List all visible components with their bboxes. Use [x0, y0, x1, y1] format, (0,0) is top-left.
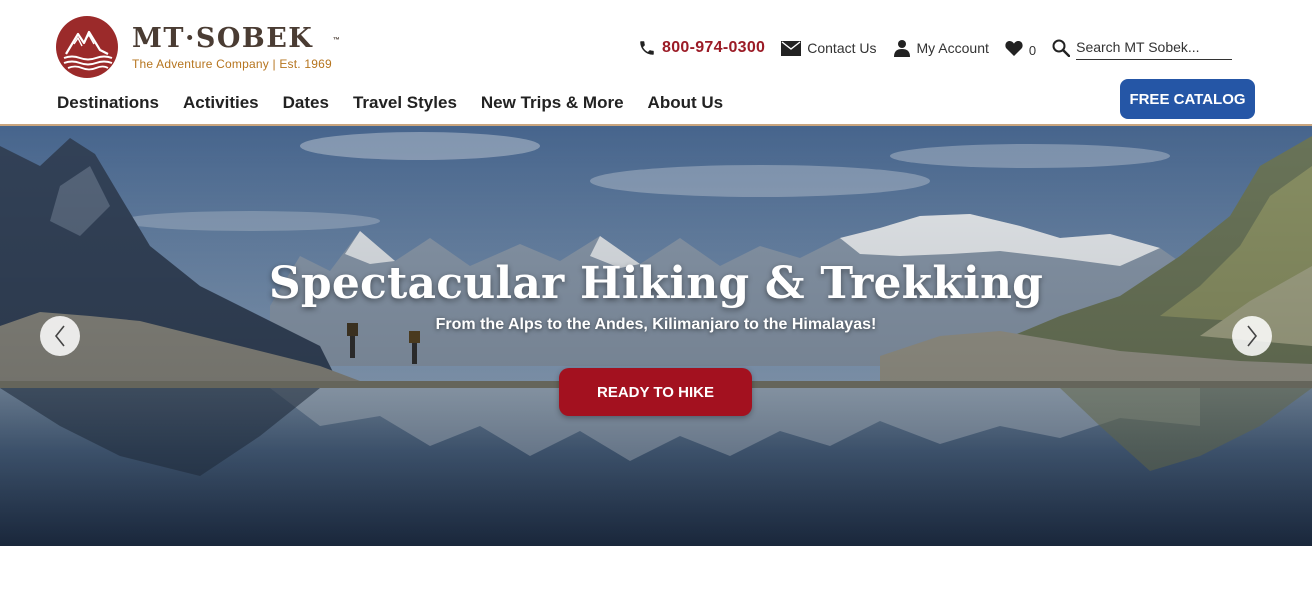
brand-name: MT·SOBEK ™	[132, 22, 340, 54]
favorites-count: 0	[1028, 42, 1037, 58]
nav-dates[interactable]: Dates	[283, 92, 329, 114]
user-icon	[893, 40, 910, 57]
hero-slider: Spectacular Hiking & Trekking From the A…	[0, 126, 1312, 546]
search-bar	[1052, 36, 1233, 60]
hero-title: Spectacular Hiking & Trekking	[268, 258, 1044, 309]
hero-subtitle: From the Alps to the Andes, Kilimanjaro …	[435, 316, 877, 333]
main-nav: Destinations Activities Dates Travel Sty…	[57, 92, 747, 114]
nav-about-us[interactable]: About Us	[648, 92, 724, 114]
my-account-link[interactable]: My Account	[893, 39, 989, 57]
logo-mountain-icon	[56, 16, 118, 78]
phone-icon	[640, 41, 654, 55]
nav-travel-styles[interactable]: Travel Styles	[353, 92, 457, 114]
contact-us-label: Contact Us	[807, 40, 877, 56]
brand-tagline: The Adventure Company | Est. 1969	[132, 56, 332, 71]
contact-us-link[interactable]: Contact Us	[781, 40, 877, 56]
free-catalog-button[interactable]: FREE CATALOG	[1120, 79, 1255, 119]
site-logo[interactable]: MT·SOBEK ™ The Adventure Company | Est. 1…	[56, 16, 340, 78]
nav-new-trips[interactable]: New Trips & More	[481, 92, 624, 114]
nav-destinations[interactable]: Destinations	[57, 92, 159, 114]
envelope-icon	[781, 40, 802, 56]
phone-link[interactable]: 800-974-0300	[638, 39, 765, 57]
trademark: ™	[332, 36, 340, 44]
hero-background-image	[0, 126, 1312, 546]
ready-to-hike-button[interactable]: READY TO HIKE	[559, 368, 752, 416]
phone-number: 800-974-0300	[662, 39, 766, 56]
logo-text: MT·SOBEK ™ The Adventure Company | Est. 1…	[132, 22, 340, 71]
nav-activities[interactable]: Activities	[183, 92, 259, 114]
search-input[interactable]	[1076, 36, 1233, 60]
search-icon[interactable]	[1052, 39, 1071, 57]
site-header: MT·SOBEK ™ The Adventure Company | Est. 1…	[0, 0, 1312, 124]
heart-icon	[1005, 40, 1023, 56]
my-account-label: My Account	[916, 40, 989, 56]
favorites-link[interactable]: 0	[1005, 39, 1036, 58]
utility-bar: 800-974-0300 Contact Us My Account 0	[638, 36, 1233, 60]
